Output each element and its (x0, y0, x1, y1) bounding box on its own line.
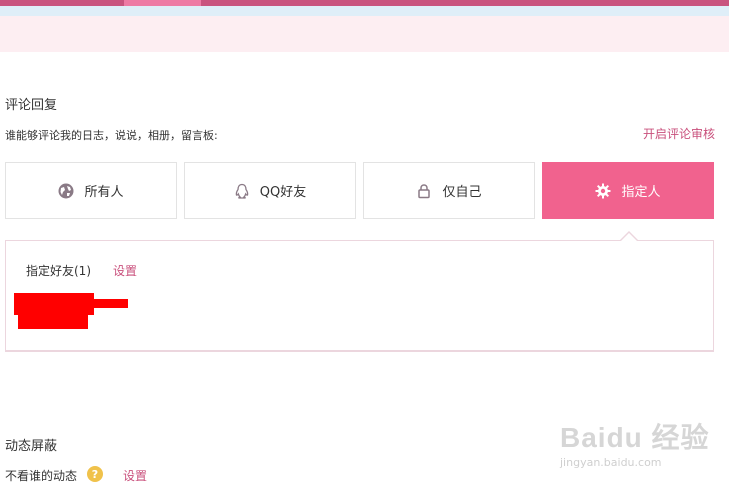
option-everyone[interactable]: 所有人 (5, 162, 177, 219)
specified-friends-label: 指定好友(1) (26, 264, 91, 278)
comments-section-title: 评论回复 (5, 98, 58, 113)
option-qq-friends[interactable]: QQ好友 (184, 162, 356, 219)
comments-question: 谁能够评论我的日志，说说，相册，留言板: (5, 129, 218, 142)
option-label: QQ好友 (259, 185, 307, 200)
option-label: 所有人 (84, 185, 124, 200)
baidu-watermark: Baidu 经验 jingyan.baidu.com (558, 410, 718, 470)
specified-friends-panel: 指定好友(1) 设置 (5, 240, 714, 352)
option-only-me[interactable]: 仅自己 (363, 162, 535, 219)
feed-block-label: 不看谁的动态 (5, 469, 78, 483)
feed-block-title: 动态屏蔽 (5, 439, 58, 454)
option-label: 指定人 (621, 185, 661, 200)
header-band (0, 16, 729, 52)
qq-icon (234, 183, 250, 199)
enable-review-link[interactable]: 开启评论审核 (643, 125, 715, 142)
gear-icon (595, 183, 611, 199)
globe-icon (58, 183, 74, 199)
help-icon[interactable]: ? (87, 466, 103, 482)
option-label: 仅自己 (442, 185, 482, 200)
feed-block-settings-link[interactable]: 设置 (123, 467, 147, 484)
lock-icon (416, 183, 432, 199)
watermark-main: Baidu 经验 (560, 422, 710, 453)
watermark-sub: jingyan.baidu.com (560, 456, 662, 469)
panel-pointer-inner (620, 233, 638, 242)
sub-nav-bar (0, 6, 729, 16)
specified-friends-settings-link[interactable]: 设置 (113, 262, 137, 279)
option-specific-people[interactable]: 指定人 (542, 162, 714, 219)
